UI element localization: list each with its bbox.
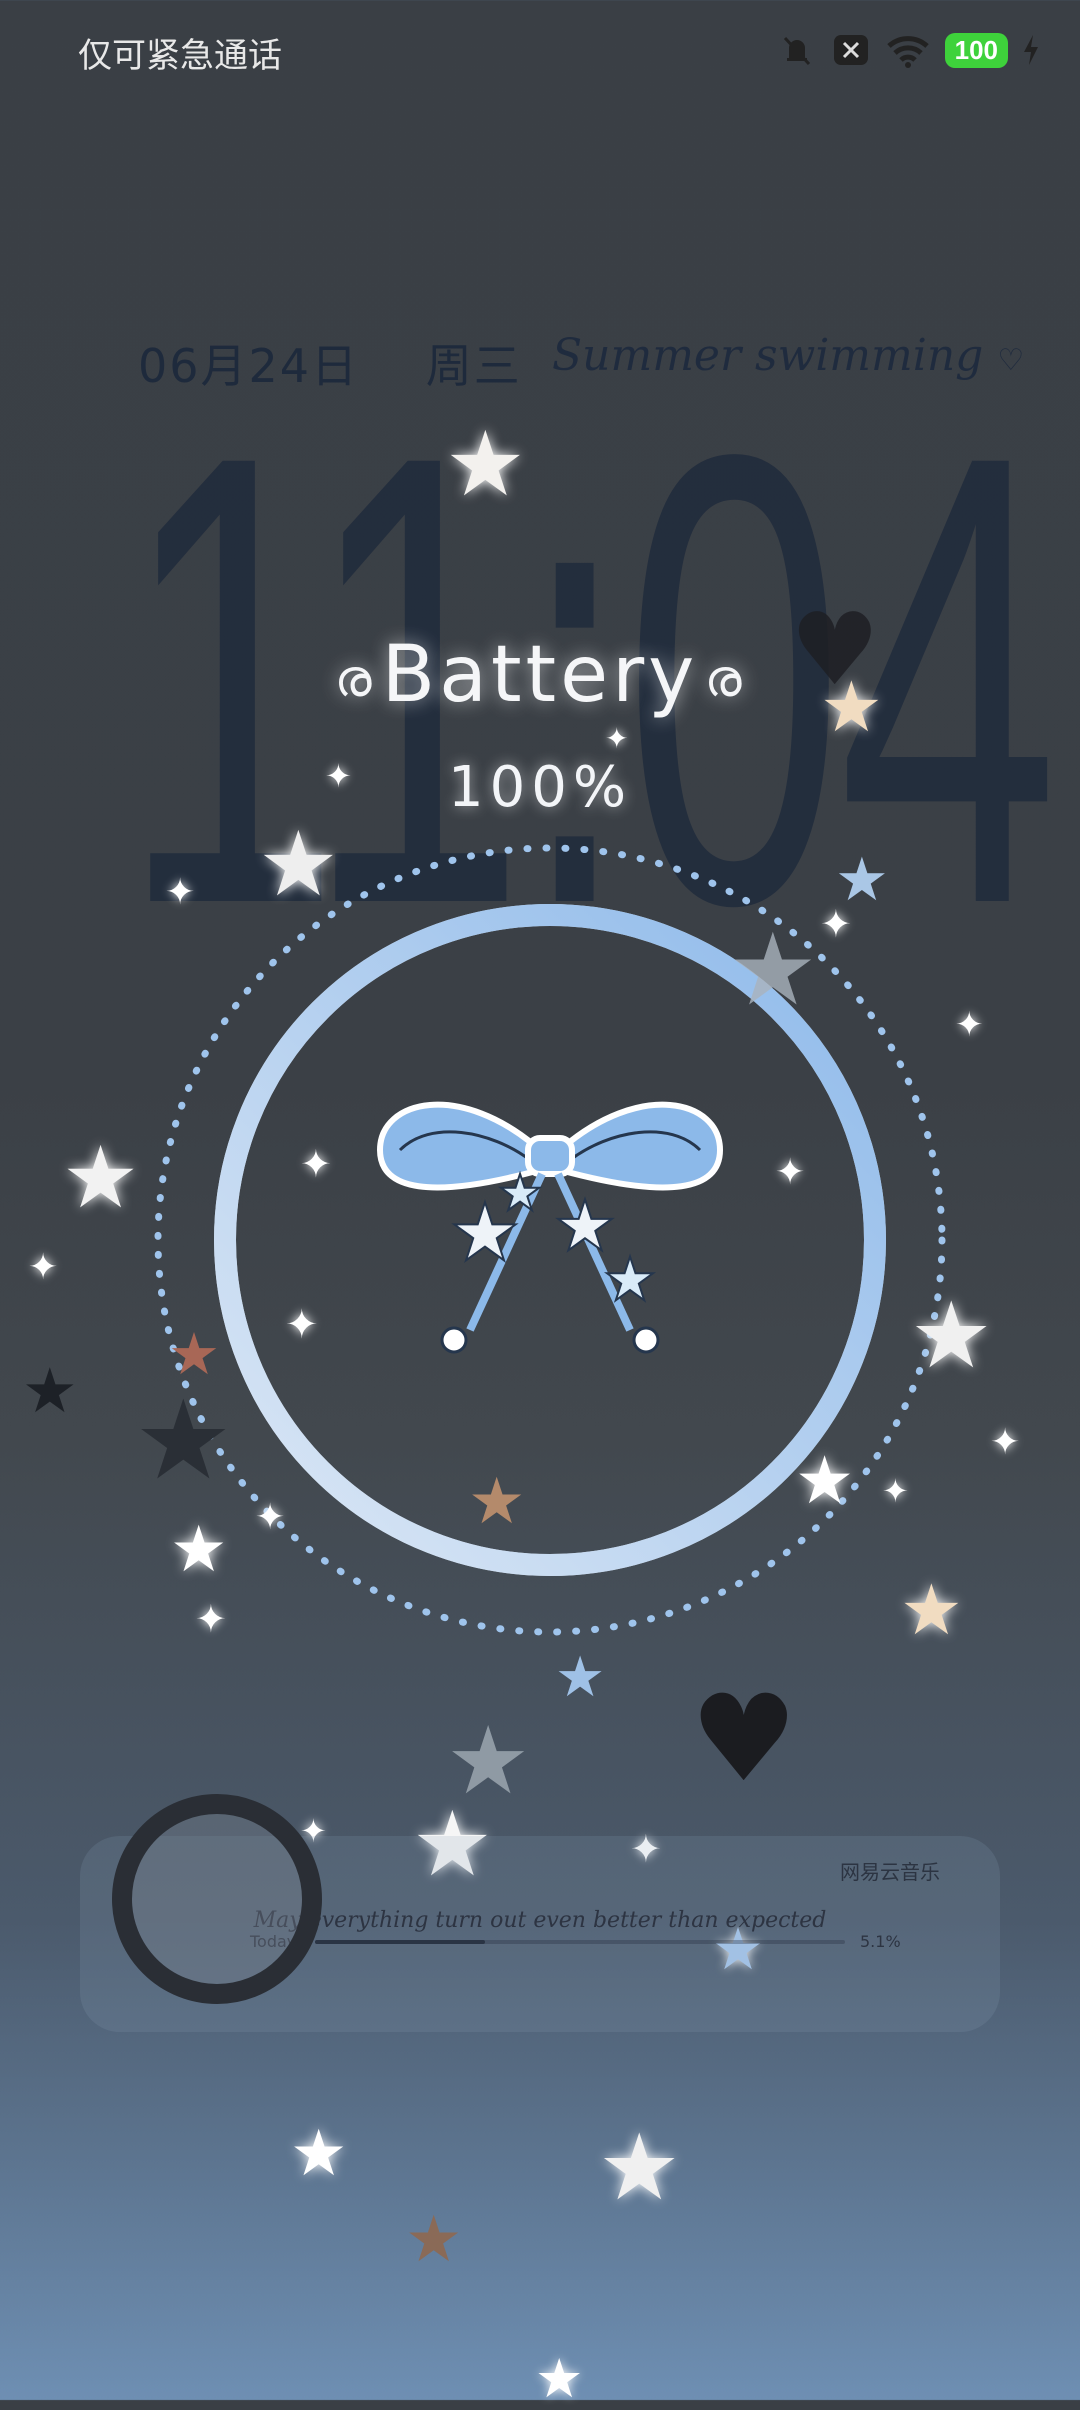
star-icon: ★: [910, 1282, 993, 1389]
mute-bell-icon: [783, 36, 810, 66]
star-icon: ★: [445, 412, 526, 517]
music-app-name: 网易云音乐: [840, 1860, 940, 1884]
star-icon: ★: [170, 1513, 228, 1587]
star-icon: ★: [405, 2203, 463, 2277]
star-icon: ★: [258, 812, 339, 917]
music-progress-track[interactable]: [315, 1940, 845, 1944]
sparkle-icon: ✦: [820, 902, 852, 946]
star-icon: ★: [598, 2114, 681, 2221]
star-icon: ★: [62, 1128, 140, 1228]
battery-title: രBattery ര: [0, 630, 1080, 720]
star-icon: ★: [22, 1354, 78, 1427]
sparkle-icon: ✦: [605, 722, 629, 755]
sparkle-icon: ✦: [285, 1302, 319, 1348]
music-disc[interactable]: [112, 1794, 322, 2004]
status-icons: 100: [777, 30, 1040, 70]
star-icon: ★: [468, 1465, 526, 1539]
music-right-label: 5.1%: [860, 1932, 901, 1951]
sparkle-icon: ✦: [955, 1005, 984, 1045]
charging-bolt-icon: [1024, 35, 1038, 65]
sparkle-icon: ✦: [195, 1597, 227, 1641]
star-icon: ★: [900, 1569, 963, 1651]
wing-right-icon: ര: [704, 649, 746, 710]
sparkle-icon: ✦: [165, 872, 196, 913]
svg-text:★: ★: [603, 1245, 657, 1315]
star-icon: ★: [168, 1320, 220, 1388]
battery-title-label: Battery: [381, 630, 699, 720]
status-bar: 仅可紧急通话 100: [0, 0, 1080, 100]
star-icon: ★: [134, 1376, 233, 1504]
heart-icon: ♥: [690, 1670, 798, 1809]
sparkle-icon: ✦: [775, 1152, 806, 1193]
wing-left-icon: ര: [334, 649, 376, 710]
sparkle-icon: ✦: [28, 1247, 59, 1288]
sparkle-icon: ✦: [990, 1422, 1021, 1463]
star-icon: ★: [728, 911, 818, 1028]
music-progress-fill: [315, 1940, 485, 1944]
ribbon-bow-icon: ★ ★ ★ ★: [376, 1101, 724, 1354]
battery-badge: 100: [944, 32, 1008, 68]
sparkle-icon: ✦: [882, 1472, 909, 1510]
x-box-icon: [833, 35, 868, 65]
sparkle-icon: ✦: [255, 1497, 286, 1538]
star-icon: ★: [535, 2347, 584, 2410]
battery-percent: 100%: [447, 755, 633, 820]
sparkle-icon: ✦: [300, 1142, 332, 1186]
lock-screen: 仅可紧急通话 100 06月24日 周三 Summer swimming ♡ 1…: [0, 0, 1080, 2406]
sparkle-icon: ✦: [325, 757, 352, 795]
carrier-text: 仅可紧急通话: [78, 36, 282, 76]
wifi-icon: [886, 36, 929, 68]
star-icon: ★: [835, 845, 889, 915]
star-icon: ★: [290, 2117, 348, 2191]
heart-icon: ♥: [790, 591, 880, 708]
svg-text:★: ★: [498, 1164, 543, 1222]
star-icon: ★: [795, 1442, 855, 1519]
star-icon: ★: [555, 1645, 606, 1710]
